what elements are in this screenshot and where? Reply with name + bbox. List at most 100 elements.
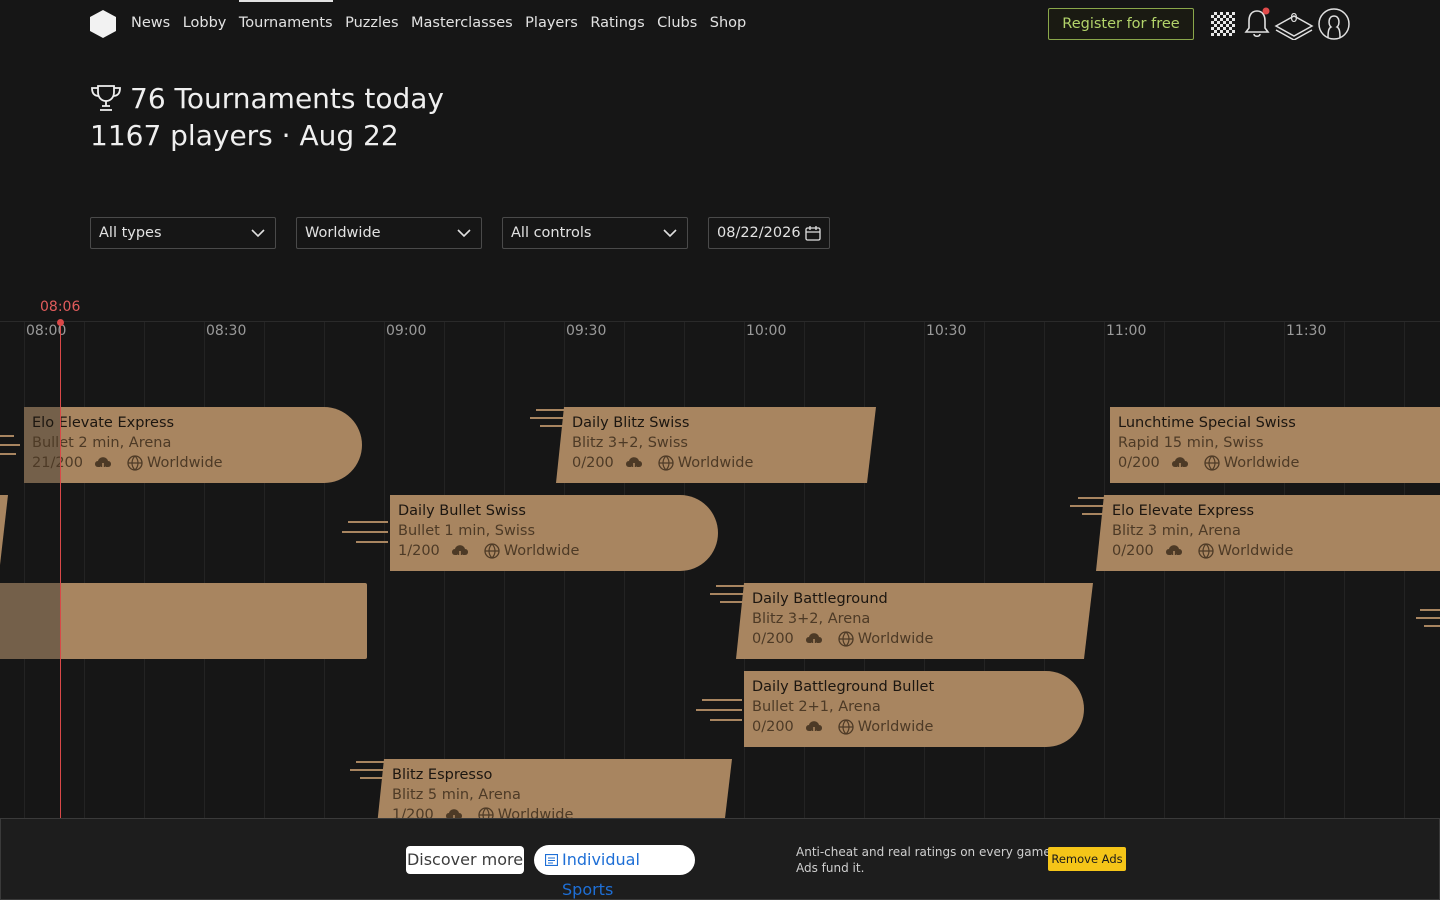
globe-icon — [484, 543, 500, 559]
gridline — [444, 322, 445, 820]
bell-icon[interactable] — [1244, 7, 1272, 39]
player-count: 0/200 — [1118, 455, 1160, 471]
nav-tournaments[interactable]: Tournaments — [238, 0, 333, 46]
top-nav: News Lobby Tournaments Puzzles Mastercla… — [0, 0, 1440, 46]
nav-shop[interactable]: Shop — [710, 0, 746, 46]
globe-icon — [1198, 543, 1214, 559]
board-icon[interactable] — [1211, 12, 1235, 36]
tournament-card[interactable]: Blitz Espresso Blitz 5 min, Arena 1/200 … — [376, 759, 732, 820]
player-count: 0/200 — [1112, 543, 1154, 559]
tournament-name: Elo Elevate Express — [32, 415, 175, 431]
date-filter-input[interactable]: 08/22/2026 — [708, 217, 830, 249]
ad-text: Anti-cheat and real ratings on every gam… — [796, 844, 1055, 876]
gridline — [1224, 322, 1225, 820]
tournament-desc: Bullet 2+1, Arena — [752, 699, 881, 715]
tournament-card[interactable]: Elo Elevate Express Blitz 3 min, Arena 0… — [1096, 495, 1440, 571]
nav-clubs[interactable]: Clubs — [657, 0, 697, 46]
tournament-region: Worldwide — [857, 719, 934, 735]
nav-ratings[interactable]: Ratings — [590, 0, 644, 46]
tournament-region: Worldwide — [503, 543, 580, 559]
gridline — [24, 322, 25, 820]
nav-news[interactable]: News — [131, 0, 170, 46]
gridline — [504, 322, 505, 820]
player-count: 0/200 — [752, 631, 794, 647]
tournament-card[interactable]: Daily Bullet Swiss Bullet 1 min, Swiss 1… — [390, 495, 720, 571]
globe-icon — [838, 631, 854, 647]
tournament-name: Daily Battleground Bullet — [752, 679, 935, 695]
inbox-icon[interactable]: 0 — [1274, 8, 1314, 40]
gridline — [144, 322, 145, 820]
tournament-card[interactable]: Daily Battleground Bullet Bullet 2+1, Ar… — [744, 671, 1086, 747]
inbox-count: 0 — [1290, 11, 1298, 25]
globe-icon — [127, 455, 143, 471]
tournament-meta: 0/200 Worldwide — [1112, 543, 1293, 559]
tournament-card[interactable]: Daily Blitz Swiss Blitz 3+2, Swiss 0/200… — [556, 407, 876, 483]
tournament-meta: 1/200 Worldwide — [398, 543, 579, 559]
cloud-download-icon — [805, 633, 822, 647]
tournament-card[interactable]: Daily Battleground Blitz 3+2, Arena 0/20… — [736, 583, 1093, 659]
control-filter-select[interactable]: All controls — [502, 217, 688, 249]
remove-ads-button[interactable]: Remove Ads — [1048, 847, 1126, 871]
tournament-region: Worldwide — [1223, 455, 1300, 471]
tournament-name: Daily Bullet Swiss — [398, 503, 526, 519]
nav-lobby[interactable]: Lobby — [183, 0, 227, 46]
globe-icon — [1204, 455, 1220, 471]
cloud-download-icon — [95, 457, 112, 471]
current-time-dot — [57, 319, 64, 326]
gridline — [84, 322, 85, 820]
cloud-download-icon — [805, 721, 822, 735]
page-root: News Lobby Tournaments Puzzles Mastercla… — [0, 0, 1440, 900]
gridline — [1344, 322, 1345, 820]
tournament-desc: Blitz 5 min, Arena — [392, 787, 521, 803]
gridline — [324, 322, 325, 820]
tournament-meta: 0/200 Worldwide — [752, 631, 933, 647]
calendar-icon[interactable] — [805, 225, 821, 241]
tick-label: 08:30 — [206, 323, 247, 339]
tournament-desc: Rapid 15 min, Swiss — [1118, 435, 1264, 451]
tournament-region: Worldwide — [857, 631, 934, 647]
ad-banner: Discover more Individual Sports Anti-che… — [0, 818, 1440, 900]
page-subtitle: 1167 players · Aug 22 — [90, 119, 399, 152]
gridline — [204, 322, 205, 820]
current-time-label: 08:06 — [40, 299, 81, 315]
tournament-name: Daily Battleground — [752, 591, 888, 607]
player-count: 0/200 — [572, 455, 614, 471]
date-filter-value: 08/22/2026 — [717, 225, 801, 241]
gridline — [264, 322, 265, 820]
type-filter-select[interactable]: All types — [90, 217, 276, 249]
gridline — [564, 322, 565, 820]
chevron-down-icon — [251, 229, 265, 238]
tournament-desc: Bullet 1 min, Swiss — [398, 523, 536, 539]
tick-label: 11:30 — [1286, 323, 1327, 339]
gridline — [1404, 322, 1405, 820]
tournament-region: Worldwide — [677, 455, 754, 471]
nav-players[interactable]: Players — [525, 0, 578, 46]
register-button[interactable]: Register for free — [1048, 8, 1194, 40]
ad-text-line2: Ads fund it. — [796, 861, 865, 875]
chevron-down-icon — [663, 229, 677, 238]
speed-lines-icon — [696, 699, 742, 721]
nav-masterclasses[interactable]: Masterclasses — [411, 0, 513, 46]
tournament-timeline: 08:00 08:30 09:00 09:30 10:00 10:30 11:0… — [0, 290, 1440, 820]
tournament-meta: 0/200 Worldwide — [752, 719, 933, 735]
region-filter-select[interactable]: Worldwide — [296, 217, 482, 249]
tournament-region: Worldwide — [147, 455, 223, 471]
control-filter-value: All controls — [511, 225, 592, 241]
cloud-download-icon — [1165, 545, 1182, 559]
partial-card[interactable] — [0, 495, 10, 571]
tick-label: 09:00 — [386, 323, 427, 339]
tournament-card[interactable] — [0, 583, 367, 659]
gridline — [1104, 322, 1105, 820]
type-filter-value: All types — [99, 225, 162, 241]
logo-icon[interactable] — [90, 10, 116, 38]
nav-puzzles[interactable]: Puzzles — [345, 0, 398, 46]
tournament-card[interactable]: Elo Elevate Express Bullet 2 min, Arena … — [24, 407, 366, 483]
individual-sports-label: Individual Sports — [562, 850, 640, 899]
individual-sports-button[interactable]: Individual Sports — [534, 845, 695, 899]
gridline — [684, 322, 685, 820]
discover-more-button[interactable]: Discover more — [406, 846, 524, 874]
tournament-name: Blitz Espresso — [392, 767, 493, 783]
chevron-down-icon — [457, 229, 471, 238]
user-icon[interactable] — [1317, 8, 1351, 40]
tournament-card[interactable]: Lunchtime Special Swiss Rapid 15 min, Sw… — [1110, 407, 1440, 483]
